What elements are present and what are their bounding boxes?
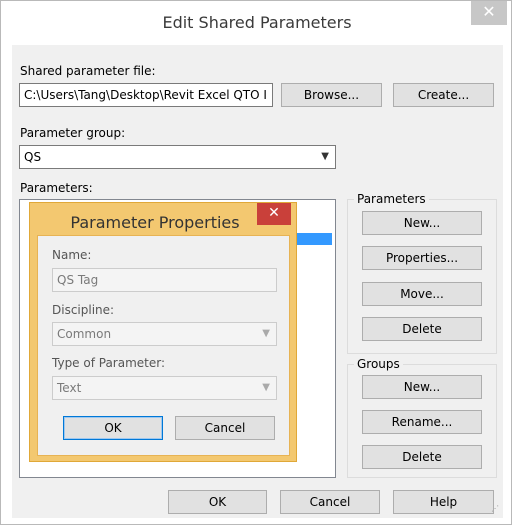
resize-grip-icon[interactable]: ⋰ (491, 504, 499, 513)
shared-file-label: Shared parameter file: (20, 64, 156, 78)
groups-groupbox-title: Groups (354, 357, 403, 371)
parameter-properties-close-button[interactable]: ✕ (257, 203, 291, 225)
discipline-value: Common (57, 327, 112, 341)
parameter-delete-button[interactable]: Delete (362, 317, 482, 341)
parameter-properties-button[interactable]: Properties... (362, 246, 482, 270)
name-label: Name: (52, 248, 92, 262)
close-icon: ✕ (482, 2, 496, 21)
create-button[interactable]: Create... (393, 83, 494, 107)
window-title: Edit Shared Parameters (162, 13, 352, 32)
cancel-button[interactable]: Cancel (280, 490, 380, 514)
parameter-move-button[interactable]: Move... (362, 282, 482, 306)
type-of-parameter-value: Text (57, 381, 82, 395)
parameter-new-button[interactable]: New... (362, 211, 482, 235)
selected-parameter-row[interactable] (292, 233, 332, 245)
window-close-button[interactable]: ✕ (471, 1, 507, 25)
parameter-group-label: Parameter group: (20, 126, 126, 140)
parameter-group-value: QS (24, 150, 42, 164)
discipline-select: Common ▼ (52, 322, 277, 346)
parameters-label: Parameters: (20, 181, 93, 195)
discipline-label: Discipline: (52, 303, 115, 317)
group-rename-button[interactable]: Rename... (362, 410, 482, 434)
group-new-button[interactable]: New... (362, 375, 482, 399)
parameter-properties-dialog: Parameter Properties ✕ Name: QS Tag Disc… (29, 202, 297, 462)
type-of-parameter-label: Type of Parameter: (52, 356, 166, 370)
browse-button[interactable]: Browse... (281, 83, 382, 107)
name-field: QS Tag (52, 268, 277, 292)
parameter-properties-ok-button[interactable]: OK (63, 416, 163, 440)
parameter-properties-cancel-button[interactable]: Cancel (175, 416, 275, 440)
type-of-parameter-select: Text ▼ (52, 376, 277, 400)
chevron-down-icon: ▼ (321, 151, 329, 162)
parameter-properties-client: Name: QS Tag Discipline: Common ▼ Type o… (37, 235, 290, 456)
help-button[interactable]: Help (393, 490, 494, 514)
shared-file-path-field[interactable]: C:\Users\Tang\Desktop\Revit Excel QTO I (19, 83, 273, 107)
chevron-down-icon: ▼ (262, 328, 270, 339)
ok-button[interactable]: OK (168, 490, 267, 514)
parameters-groupbox-title: Parameters (354, 192, 429, 206)
close-icon: ✕ (268, 205, 280, 221)
group-delete-button[interactable]: Delete (362, 445, 482, 469)
parameter-group-select[interactable]: QS ▼ (19, 145, 336, 169)
parameter-properties-title: Parameter Properties (70, 213, 240, 232)
chevron-down-icon: ▼ (262, 382, 270, 393)
